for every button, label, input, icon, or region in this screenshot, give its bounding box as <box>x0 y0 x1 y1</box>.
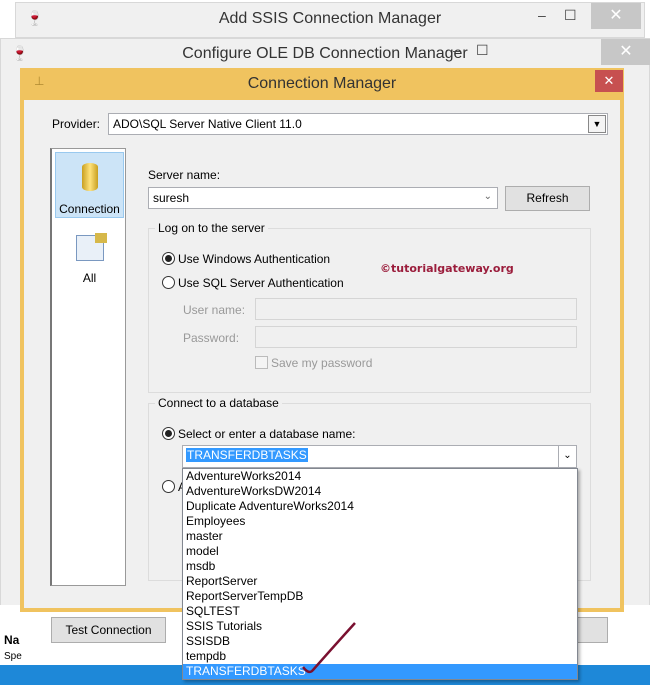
database-icon <box>81 163 98 191</box>
database-option[interactable]: AdventureWorks2014 <box>183 469 577 484</box>
database-option[interactable]: msdb <box>183 559 577 574</box>
group-label: Connect to a database <box>155 396 282 410</box>
sidebar-item-label: All <box>82 271 97 285</box>
dialog-title: Connection Manager <box>247 75 397 92</box>
sidebar-item-label: Connection <box>59 202 120 216</box>
sql-auth-radio[interactable] <box>162 276 175 289</box>
add-ssis-window: 🍷 Add SSIS Connection Manager – ☐ ✕ <box>15 2 645 38</box>
sidebar-item-all[interactable]: All <box>55 231 124 291</box>
sidebar: Connection All <box>50 148 126 586</box>
database-option[interactable]: SSIS Tutorials <box>183 619 577 634</box>
server-name-value: suresh <box>153 191 190 205</box>
background-text: Spe <box>4 651 22 662</box>
provider-select[interactable]: ADO\SQL Server Native Client 11.0 ▼ <box>108 113 608 135</box>
provider-label: Provider: <box>52 117 101 131</box>
minimize-button[interactable]: – <box>538 7 546 23</box>
group-label: Log on to the server <box>155 221 268 235</box>
provider-value: ADO\SQL Server Native Client 11.0 <box>113 117 302 131</box>
save-password-checkbox[interactable] <box>255 356 268 369</box>
select-database-label: Select or enter a database name: <box>178 427 356 441</box>
dropdown-arrow-icon[interactable]: ⌄ <box>558 446 576 467</box>
maximize-button[interactable]: ☐ <box>564 7 577 24</box>
server-name-combo[interactable]: suresh ⌄ <box>148 187 498 209</box>
attach-database-radio[interactable] <box>162 480 175 493</box>
password-input[interactable] <box>255 326 577 348</box>
database-option[interactable]: Employees <box>183 514 577 529</box>
save-password-label: Save my password <box>271 356 373 370</box>
chevron-down-icon[interactable]: ⌄ <box>484 191 492 202</box>
background-text: Na <box>4 633 20 647</box>
password-label: Password: <box>183 331 240 345</box>
database-option[interactable]: tempdb <box>183 649 577 664</box>
database-option[interactable]: master <box>183 529 577 544</box>
minimize-button[interactable]: – <box>453 42 461 58</box>
database-option[interactable]: AdventureWorksDW2014 <box>183 484 577 499</box>
sql-auth-label: Use SQL Server Authentication <box>178 276 344 290</box>
maximize-button[interactable]: ☐ <box>476 42 489 59</box>
select-database-radio[interactable] <box>162 427 175 440</box>
refresh-button[interactable]: Refresh <box>505 186 590 211</box>
database-dropdown-list[interactable]: AdventureWorks2014 AdventureWorksDW2014 Du… <box>182 468 578 680</box>
close-button[interactable]: ✕ <box>591 3 641 29</box>
database-option[interactable]: ReportServerTempDB <box>183 589 577 604</box>
watermark: ©tutorialgateway.org <box>380 262 514 275</box>
database-option[interactable]: TRANSFERDBTASKS <box>183 664 577 679</box>
window-title: Add SSIS Connection Manager <box>218 10 442 27</box>
checkmark-annotation <box>302 622 356 674</box>
window-title: Configure OLE DB Connection Manager <box>182 45 468 62</box>
database-option[interactable]: model <box>183 544 577 559</box>
user-name-input[interactable] <box>255 298 577 320</box>
close-button[interactable]: ✕ <box>595 70 623 92</box>
properties-icon <box>75 233 107 261</box>
close-button[interactable]: ✕ <box>601 39 650 65</box>
user-name-label: User name: <box>183 303 246 317</box>
database-name-combo[interactable]: TRANSFERDBTASKS ⌄ <box>182 445 577 468</box>
database-option[interactable]: Duplicate AdventureWorks2014 <box>183 499 577 514</box>
database-option[interactable]: SQLTEST <box>183 604 577 619</box>
test-connection-button[interactable]: Test Connection <box>51 617 166 643</box>
windows-auth-label: Use Windows Authentication <box>178 252 331 266</box>
database-name-value: TRANSFERDBTASKS <box>186 448 308 462</box>
sidebar-item-connection[interactable]: Connection <box>55 152 124 218</box>
server-name-label: Server name: <box>148 168 221 182</box>
database-option[interactable]: ReportServer <box>183 574 577 589</box>
windows-auth-radio[interactable] <box>162 252 175 265</box>
database-option[interactable]: SSISDB <box>183 634 577 649</box>
dropdown-arrow-icon[interactable]: ▼ <box>588 115 606 133</box>
